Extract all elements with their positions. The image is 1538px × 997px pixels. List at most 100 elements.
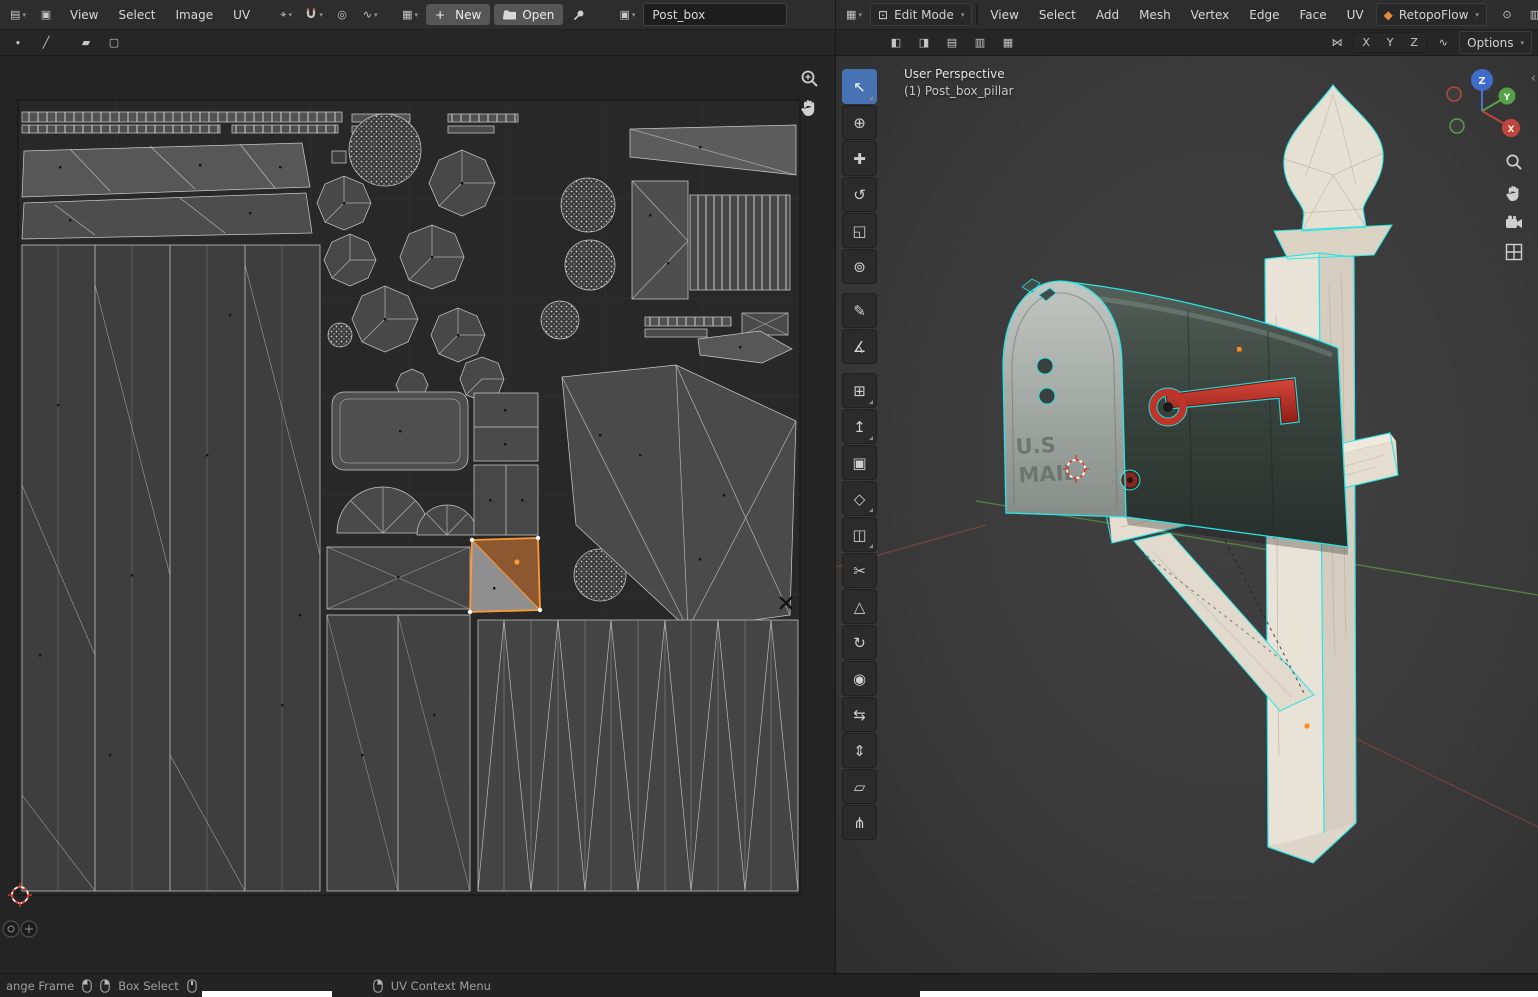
tool-move[interactable]: ✚ xyxy=(842,141,877,176)
viewport-nav-icons xyxy=(1505,153,1524,261)
uv-editor-subheader: ∙ ╱ ▰ ▢ xyxy=(0,30,835,56)
menu-select[interactable]: Select xyxy=(110,5,163,25)
tool-knife[interactable]: ✂ xyxy=(842,553,877,588)
image-editor-mode-icon[interactable]: ▣ xyxy=(34,5,58,25)
pivot-icon: ⌖ xyxy=(280,8,286,22)
options-label: Options xyxy=(1467,36,1513,50)
menu-view-3d[interactable]: View xyxy=(982,5,1026,25)
axis-lines xyxy=(836,501,1538,827)
tool-spin[interactable]: ↻ xyxy=(842,625,877,660)
chevron-down-icon: ▾ xyxy=(632,11,636,19)
mailbox-text-us: U.S xyxy=(1015,433,1056,459)
image-name-field[interactable]: Post_box xyxy=(643,3,787,26)
menu-select-3d[interactable]: Select xyxy=(1031,5,1084,25)
overlay-toggle-a[interactable]: ◧ xyxy=(884,33,908,53)
overlay-toggle-e[interactable]: ▦ xyxy=(996,33,1020,53)
chevron-down-icon: ▾ xyxy=(319,11,323,19)
viewport-editor-type-button[interactable]: ▦ ▾ xyxy=(842,5,866,25)
menu-face[interactable]: Face xyxy=(1291,5,1334,25)
open-image-button[interactable]: Open xyxy=(494,4,563,25)
orthographic-grid-icon[interactable] xyxy=(1505,243,1523,261)
tool-loop-cut[interactable]: ◫ xyxy=(842,517,877,552)
camera-view-icon[interactable] xyxy=(1505,215,1524,230)
tool-scale[interactable]: ◱ xyxy=(842,213,877,248)
mouse-drag-icon xyxy=(100,979,110,993)
pan-hand-icon[interactable] xyxy=(800,98,818,117)
chevron-down-icon: ▾ xyxy=(858,11,862,19)
header-extra-b-icon[interactable]: ▥ xyxy=(1523,5,1538,25)
menu-edge[interactable]: Edge xyxy=(1241,5,1287,25)
navigation-gizmo[interactable]: Z Y X xyxy=(1436,65,1528,157)
retopoflow-logo-icon: ◆ xyxy=(1384,8,1393,22)
zoom-icon[interactable] xyxy=(1505,153,1523,171)
tool-cursor-3d[interactable]: ⊕ xyxy=(842,105,877,140)
image-icon: ▣ xyxy=(619,8,629,21)
display-channels-button[interactable]: ▦ ▾ xyxy=(398,5,422,25)
tool-annotate[interactable]: ✎ xyxy=(842,293,877,328)
menu-add[interactable]: Add xyxy=(1088,5,1127,25)
uv-select-vertex-button[interactable]: ∙ xyxy=(6,33,30,53)
mirror-z-button[interactable]: Z xyxy=(1402,33,1426,52)
viewport-3d-pane: ▦ ▾ ⊡ Edit Mode ▾ ∙ ╱ ▰ View Select Add … xyxy=(836,0,1538,973)
mirror-x-button[interactable]: X xyxy=(1354,33,1378,52)
mirror-icon[interactable]: ⋈ xyxy=(1325,33,1349,53)
menu-mesh[interactable]: Mesh xyxy=(1131,5,1179,25)
menu-uv[interactable]: UV xyxy=(225,5,258,25)
tool-tweak-select-box[interactable]: ↖ xyxy=(842,69,877,104)
tool-extrude-region[interactable]: ↥ xyxy=(842,409,877,444)
mirror-axis-group: X Y Z xyxy=(1353,32,1427,53)
new-image-button[interactable]: + New xyxy=(426,4,490,25)
proportional-editing-button[interactable]: ◎ xyxy=(330,5,354,25)
uv-select-face-button[interactable]: ▰ xyxy=(74,33,98,53)
menu-vertex[interactable]: Vertex xyxy=(1183,5,1238,25)
uv-select-island-button[interactable]: ▢ xyxy=(102,33,126,53)
falloff-button[interactable]: ∿ ▾ xyxy=(358,5,382,25)
uv-editor-pane: ▤ ▾ ▣ View Select Image UV ⌖ ▾ ▾ ◎ ∿ ▾ ▦ xyxy=(0,0,836,973)
tool-smooth[interactable]: ◉ xyxy=(842,661,877,696)
menu-image[interactable]: Image xyxy=(168,5,222,25)
mirror-y-button[interactable]: Y xyxy=(1378,33,1402,52)
tool-bevel[interactable]: ◇ xyxy=(842,481,877,516)
overlay-toggle-b[interactable]: ◨ xyxy=(912,33,936,53)
tool-measure[interactable]: ∡ xyxy=(842,329,877,364)
uv-editor-icon: ▤ xyxy=(10,8,20,21)
menu-uv-3d[interactable]: UV xyxy=(1339,5,1372,25)
tool-rip-region[interactable]: ⋔ xyxy=(842,805,877,840)
overlay-toggle-c[interactable]: ▤ xyxy=(940,33,964,53)
options-button[interactable]: Options ▾ xyxy=(1459,31,1532,54)
uv-canvas[interactable] xyxy=(0,55,835,973)
zoom-icon[interactable] xyxy=(800,69,819,88)
uv-select-edge-button[interactable]: ╱ xyxy=(34,33,58,53)
tool-poly-build[interactable]: △ xyxy=(842,589,877,624)
tool-inset-faces[interactable]: ▣ xyxy=(842,445,877,480)
uv-editor-type-button[interactable]: ▤ ▾ xyxy=(6,5,30,25)
vertex-select-mode-button[interactable]: ∙ xyxy=(977,5,978,24)
overlay-toggle-d[interactable]: ▥ xyxy=(968,33,992,53)
mouse-left-icon xyxy=(82,979,92,993)
uv-selected-face[interactable] xyxy=(468,536,542,614)
open-label: Open xyxy=(522,8,554,22)
mode-selector[interactable]: ⊡ Edit Mode ▾ xyxy=(870,3,972,26)
snap-button[interactable]: ▾ xyxy=(302,5,326,25)
browse-image-button[interactable]: ▣ ▾ xyxy=(615,5,639,25)
tool-edge-slide[interactable]: ⇆ xyxy=(842,697,877,732)
uv-nav-orbs[interactable] xyxy=(3,921,37,937)
tool-shrink-fatten[interactable]: ⇕ xyxy=(842,733,877,768)
selected-vertex-ridge xyxy=(1237,347,1242,352)
pan-hand-icon[interactable] xyxy=(1505,184,1522,202)
tool-transform[interactable]: ⊚ xyxy=(842,249,877,284)
tool-rotate[interactable]: ↺ xyxy=(842,177,877,212)
header-extra-a-icon[interactable]: ⊙ xyxy=(1495,5,1519,25)
tool-shear[interactable]: ▱ xyxy=(842,769,877,804)
falloff-icon[interactable]: ∿ xyxy=(1431,33,1455,53)
chevron-down-icon: ▾ xyxy=(1475,11,1479,19)
menu-view[interactable]: View xyxy=(62,5,106,25)
collapse-arrow[interactable]: ‹ xyxy=(1531,71,1536,86)
viewport-canvas[interactable]: ↖ ⊕ ✚ ↺ ◱ ⊚ ✎ ∡ ⊞ ↥ ▣ ◇ ◫ ✂ △ ↻ ◉ ⇆ ⇕ ▱ … xyxy=(836,55,1538,973)
chevron-down-icon: ▾ xyxy=(374,11,378,19)
gizmo-x-label: X xyxy=(1508,125,1515,135)
retopoflow-button[interactable]: ◆ RetopoFlow ▾ xyxy=(1376,3,1487,26)
pivot-point-button[interactable]: ⌖ ▾ xyxy=(274,5,298,25)
tool-add-cube[interactable]: ⊞ xyxy=(842,373,877,408)
pin-button[interactable] xyxy=(567,5,591,25)
